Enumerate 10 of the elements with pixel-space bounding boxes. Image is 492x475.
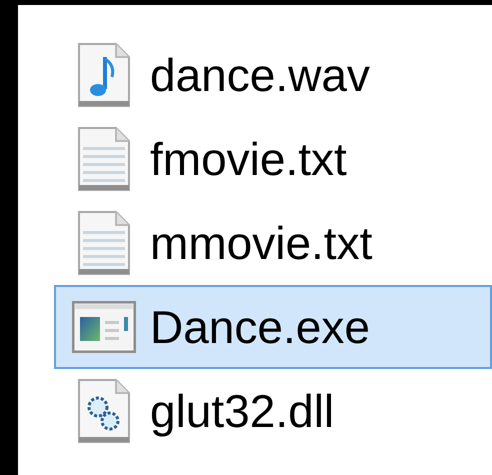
gears-file-icon: [78, 379, 130, 443]
file-item[interactable]: fmovie.txt: [54, 117, 492, 201]
file-item[interactable]: mmovie.txt: [54, 201, 492, 285]
file-item[interactable]: Dance.exe: [54, 285, 492, 369]
text-file-icon: [78, 211, 130, 275]
file-item[interactable]: glut32.dll: [54, 369, 492, 453]
text-file-icon: [78, 127, 130, 191]
audio-file-icon: [78, 43, 130, 107]
file-item[interactable]: dance.wav: [54, 33, 492, 117]
application-window-icon: [72, 301, 136, 353]
